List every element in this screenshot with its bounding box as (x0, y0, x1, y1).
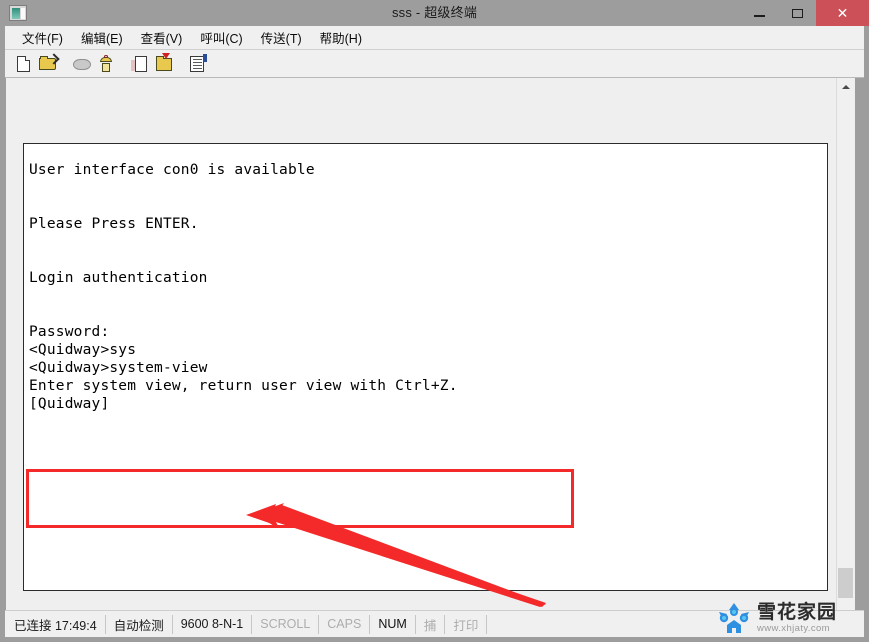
status-print: 打印 (445, 614, 488, 634)
client-area: User interface con0 is available Please … (5, 78, 864, 610)
snowflake-icon (719, 603, 749, 633)
scrollbar-thumb[interactable] (838, 568, 853, 598)
window-controls: ✕ (740, 0, 869, 26)
menu-call[interactable]: 呼叫(C) (191, 26, 251, 49)
status-detection: 自动检测 (106, 614, 173, 634)
watermark-url: www.xhjaty.com (757, 622, 830, 634)
receive-file-icon (156, 52, 172, 71)
send-file-icon (131, 55, 147, 72)
properties-button[interactable] (187, 53, 209, 75)
send-file-button[interactable] (129, 53, 151, 75)
terminal-output: User interface con0 is available Please … (29, 161, 458, 412)
maximize-icon (791, 8, 803, 18)
menu-file[interactable]: 文件(F) (13, 26, 72, 49)
scroll-up-button[interactable] (837, 78, 854, 95)
close-button[interactable]: ✕ (816, 0, 869, 26)
toolbar (5, 50, 864, 78)
vertical-scrollbar[interactable] (836, 78, 854, 610)
disconnect-phone-icon (73, 58, 91, 70)
hyperterminal-window: sss - 超级终端 ✕ 文件(F) 编辑(E) 查看(V) 呼叫(C) 传送(… (0, 0, 869, 642)
status-capture: 捕 (416, 614, 446, 634)
menu-edit[interactable]: 编辑(E) (72, 26, 132, 49)
maximize-button[interactable] (778, 0, 816, 26)
properties-icon (190, 53, 207, 72)
menu-help[interactable]: 帮助(H) (311, 26, 371, 49)
status-caps: CAPS (319, 614, 371, 634)
status-connection: 已连接 17:49:4 (5, 614, 106, 634)
status-serial-settings: 9600 8-N-1 (173, 614, 253, 634)
minimize-icon (753, 15, 765, 17)
disconnect-button[interactable] (71, 53, 93, 75)
status-scroll: SCROLL (252, 614, 320, 634)
receive-file-button[interactable] (153, 52, 175, 75)
terminal-panel[interactable]: User interface con0 is available Please … (23, 143, 828, 591)
minimize-button[interactable] (740, 0, 778, 26)
status-num: NUM (370, 614, 416, 634)
watermark: 雪花家园 www.xhjaty.com (715, 596, 863, 640)
menu-transfer[interactable]: 传送(T) (252, 26, 311, 49)
menu-bar: 文件(F) 编辑(E) 查看(V) 呼叫(C) 传送(T) 帮助(H) (5, 26, 864, 50)
open-file-button[interactable] (37, 53, 59, 75)
window-right-border (855, 78, 864, 610)
watermark-text: 雪花家园 www.xhjaty.com (757, 603, 837, 634)
open-file-icon (39, 55, 56, 70)
window-title: sss - 超级终端 (391, 5, 478, 20)
title-bar: sss - 超级终端 ✕ (0, 0, 869, 26)
watermark-title: 雪花家园 (757, 601, 838, 623)
call-button[interactable] (95, 53, 117, 75)
chevron-up-icon (841, 84, 850, 89)
new-connection-button[interactable] (13, 53, 35, 75)
call-phone-icon (99, 54, 113, 73)
menu-view[interactable]: 查看(V) (132, 26, 192, 49)
new-connection-icon (17, 55, 30, 72)
